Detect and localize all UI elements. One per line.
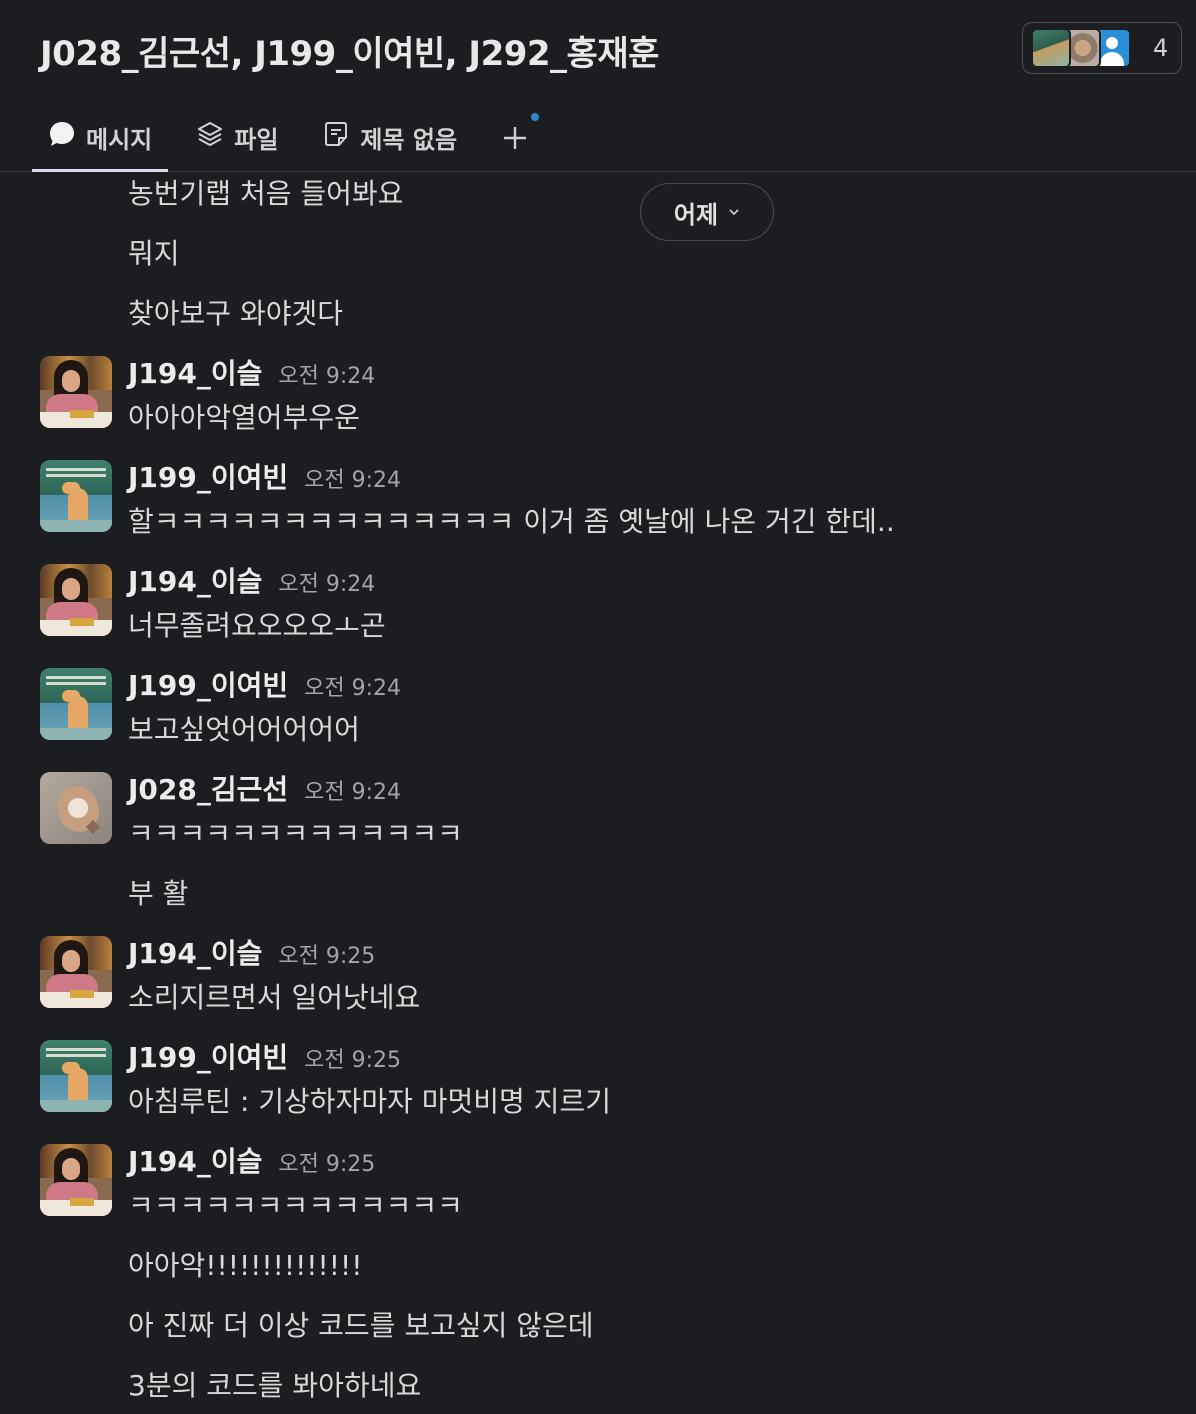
plus-icon [504,127,527,149]
tab-label: 파일 [234,126,279,154]
avatar[interactable] [40,460,112,532]
message-header: J199_이여빈 오전 9:25 [128,1036,401,1076]
tab-label: 제목 없음 [360,126,458,154]
date-divider-button[interactable]: 어제 [640,183,774,241]
member-list-button[interactable]: 4 [1022,22,1182,74]
message-text[interactable]: ㅋㅋㅋㅋㅋㅋㅋㅋㅋㅋㅋㅋㅋ [128,812,463,852]
message-header: J194_이슬 오전 9:24 [128,352,375,392]
message-timestamp[interactable]: 오전 9:24 [278,566,375,598]
author-name[interactable]: J194_이슬 [128,932,262,972]
channel-window: J028_김근선, J199_이여빈, J292_홍재훈 4 메시지 파일 제목… [0,0,1196,1414]
message-text[interactable]: 아침루틴 : 기상하자마자 마멋비명 지르기 [128,1080,611,1120]
author-name[interactable]: J199_이여빈 [128,664,288,704]
message-text[interactable]: 찾아보구 와야겟다 [128,292,343,332]
author-name[interactable]: J194_이슬 [128,352,262,392]
message-timestamp[interactable]: 오전 9:25 [304,1042,401,1074]
author-name[interactable]: J194_이슬 [128,1140,262,1180]
message-timestamp[interactable]: 오전 9:24 [278,358,375,390]
message-header: J194_이슬 오전 9:24 [128,560,375,600]
tab-messages[interactable]: 메시지 [32,110,169,172]
message-header: J028_김근선 오전 9:24 [128,768,401,808]
layers-icon [198,122,223,146]
avatar[interactable] [40,356,112,428]
message-timestamp[interactable]: 오전 9:24 [304,670,401,702]
avatar[interactable] [40,936,112,1008]
avatar[interactable] [40,564,112,636]
member-count: 4 [1153,34,1169,62]
message-text[interactable]: 너무졸려요오오오ㅗ곤 [128,604,386,644]
message-text[interactable]: ㅋㅋㅋㅋㅋㅋㅋㅋㅋㅋㅋㅋㅋ [128,1184,463,1224]
message-text[interactable]: 보고싶엇어어어어어 [128,708,360,748]
message-header: J199_이여빈 오전 9:24 [128,664,401,704]
message-timestamp[interactable]: 오전 9:25 [278,1146,375,1178]
message-timestamp[interactable]: 오전 9:24 [304,462,401,494]
member-avatar [1031,28,1071,68]
channel-header: J028_김근선, J199_이여빈, J292_홍재훈 4 메시지 파일 제목… [0,0,1196,172]
message-text[interactable]: 아 진짜 더 이상 코드를 보고싶지 않은데 [128,1304,594,1344]
add-tab-button[interactable] [501,110,540,172]
avatar[interactable] [40,772,112,844]
tab-files[interactable]: 파일 [196,110,278,172]
notification-dot [531,113,540,121]
message-timestamp[interactable]: 오전 9:24 [304,774,401,806]
avatar[interactable] [40,1040,112,1112]
message-text[interactable]: 아아아악열어부우운 [128,396,360,436]
message-text[interactable]: 아아악!!!!!!!!!!!!!! [128,1244,362,1284]
avatar[interactable] [40,1144,112,1216]
message-text[interactable]: 소리지르면서 일어낫네요 [128,976,420,1016]
author-name[interactable]: J194_이슬 [128,560,262,600]
message-text[interactable]: 부 활 [128,872,188,912]
message-text[interactable]: 뭐지 [128,232,180,272]
message-header: J194_이슬 오전 9:25 [128,932,375,972]
message-text[interactable]: 3분의 코드를 봐아하네요 [128,1364,421,1404]
channel-tabs: 메시지 파일 제목 없음 [32,110,540,172]
message-header: J194_이슬 오전 9:25 [128,1140,375,1180]
message-header: J199_이여빈 오전 9:24 [128,456,401,496]
canvas-note-icon [325,122,348,146]
author-name[interactable]: J199_이여빈 [128,1036,288,1076]
tab-label: 메시지 [86,126,153,154]
message-timestamp[interactable]: 오전 9:25 [278,938,375,970]
tab-untitled-canvas[interactable]: 제목 없음 [322,110,457,172]
avatar[interactable] [40,668,112,740]
chevron-down-icon [729,209,739,216]
message-text[interactable]: 할ㅋㅋㅋㅋㅋㅋㅋㅋㅋㅋㅋㅋㅋㅋ 이거 좀 옛날에 나온 거긴 한데.. [128,500,895,540]
author-name[interactable]: J199_이여빈 [128,456,288,496]
message-text[interactable]: 농번기랩 처음 들어봐요 [128,172,403,212]
message-bubble-icon [50,122,74,146]
channel-title[interactable]: J028_김근선, J199_이여빈, J292_홍재훈 [40,26,659,75]
date-label: 어제 [673,200,719,229]
author-name[interactable]: J028_김근선 [128,768,288,808]
